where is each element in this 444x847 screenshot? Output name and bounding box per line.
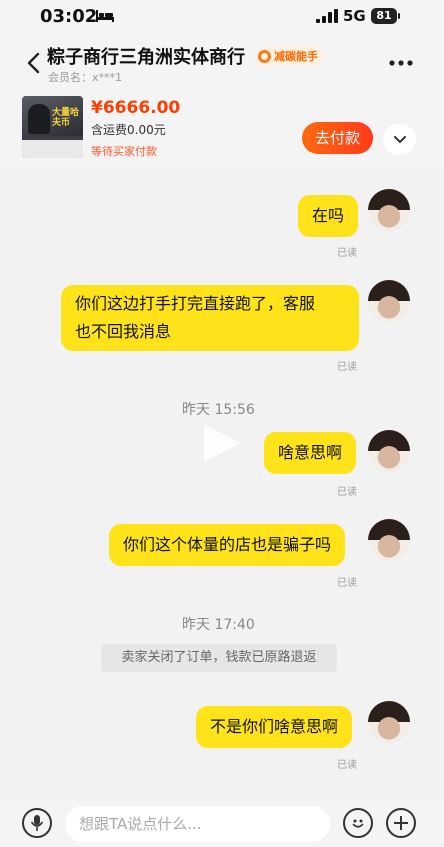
read-receipt: 已读 bbox=[337, 760, 357, 771]
message-input[interactable] bbox=[65, 806, 330, 842]
read-receipt: 已读 bbox=[337, 248, 357, 259]
message-text: 啥意思啊 bbox=[278, 443, 343, 462]
read-receipt: 已读 bbox=[337, 362, 357, 373]
badge-icon bbox=[258, 49, 271, 63]
avatar[interactable] bbox=[368, 519, 410, 561]
message-bubble[interactable]: 啥意思啊 bbox=[264, 432, 357, 474]
message-bubble[interactable]: 你们这个体量的店也是骗子吗 bbox=[109, 524, 346, 566]
battery-tip bbox=[398, 13, 400, 19]
read-receipt: 已读 bbox=[337, 578, 357, 589]
product-thumbnail[interactable]: 大量哈夫币 bbox=[22, 96, 83, 158]
message-text-line-1: 你们这边打手打完直接跑了，客服 bbox=[75, 294, 316, 313]
emoji-icon bbox=[352, 819, 364, 828]
battery-indicator: 81 bbox=[371, 8, 397, 24]
read-receipt: 已读 bbox=[337, 487, 357, 498]
message-text: 你们这个体量的店也是骗子吗 bbox=[123, 535, 332, 554]
pay-button[interactable]: 去付款 bbox=[302, 122, 373, 154]
plus-icon bbox=[394, 816, 408, 830]
thumbnail-footer bbox=[22, 140, 83, 158]
network-label: 5G bbox=[343, 7, 366, 25]
thumbnail-figure bbox=[28, 104, 50, 134]
bed-icon bbox=[96, 10, 114, 22]
play-icon[interactable] bbox=[198, 420, 244, 466]
timestamp: 昨天 15:56 bbox=[182, 402, 255, 418]
shop-name[interactable]: 粽子商行三角洲实体商行 bbox=[47, 43, 245, 69]
chat-header: 粽子商行三角洲实体商行 减碳能手 会员名：x***1 bbox=[0, 34, 444, 86]
status-bar: 03:02 5G 81 bbox=[0, 0, 444, 34]
message-bubble[interactable]: 在吗 bbox=[298, 195, 359, 237]
avatar[interactable] bbox=[368, 701, 410, 743]
message-text: 在吗 bbox=[312, 206, 345, 225]
chat-area[interactable]: 在吗 已读 你们这边打手打完直接跑了，客服 也不回我消息 已读 昨天 15:56… bbox=[0, 172, 444, 797]
back-icon[interactable] bbox=[26, 52, 40, 74]
order-card: 大量哈夫币 ¥6666.00 含运费0.00元 等待买家付款 去付款 bbox=[0, 86, 444, 172]
expand-order-button[interactable] bbox=[383, 124, 416, 155]
avatar[interactable] bbox=[368, 189, 410, 231]
timestamp: 昨天 17:40 bbox=[182, 617, 255, 633]
chevron-down-icon bbox=[393, 135, 406, 143]
status-time: 03:02 bbox=[40, 6, 98, 27]
input-bar bbox=[0, 797, 444, 847]
order-status: 等待买家付款 bbox=[91, 145, 157, 158]
message-bubble[interactable]: 你们这边打手打完直接跑了，客服 也不回我消息 bbox=[61, 285, 359, 351]
message-bubble[interactable]: 不是你们啥意思啊 bbox=[196, 706, 353, 748]
member-name: 会员名：x***1 bbox=[48, 71, 123, 84]
order-price: ¥6666.00 bbox=[91, 98, 181, 118]
thumbnail-text: 大量哈夫币 bbox=[52, 108, 80, 128]
microphone-icon bbox=[30, 815, 44, 831]
emoji-button[interactable] bbox=[343, 808, 373, 838]
avatar[interactable] bbox=[368, 430, 410, 472]
more-icon[interactable] bbox=[389, 60, 413, 66]
eco-badge: 减碳能手 bbox=[255, 47, 324, 65]
signal-icon bbox=[316, 9, 338, 23]
voice-button[interactable] bbox=[22, 808, 52, 838]
eco-badge-label: 减碳能手 bbox=[274, 50, 318, 63]
message-text: 不是你们啥意思啊 bbox=[210, 717, 339, 736]
plus-button[interactable] bbox=[386, 808, 416, 838]
avatar[interactable] bbox=[368, 280, 410, 322]
shipping-fee: 含运费0.00元 bbox=[91, 123, 166, 137]
system-message: 卖家关闭了订单，钱款已原路退返 bbox=[101, 644, 337, 672]
message-text-line-2: 也不回我消息 bbox=[75, 322, 172, 341]
